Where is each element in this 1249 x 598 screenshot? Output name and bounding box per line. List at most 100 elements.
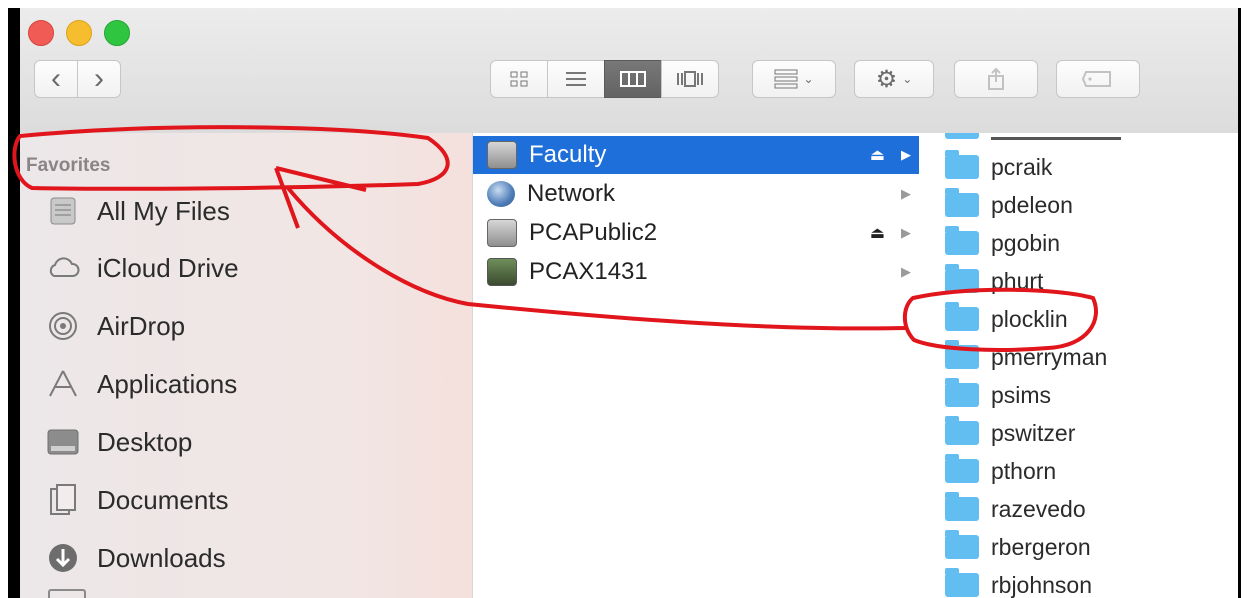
sidebar-item-airdrop[interactable]: AirDrop — [45, 303, 185, 349]
arrange-icon — [774, 69, 798, 89]
icon-view-button[interactable] — [490, 60, 548, 98]
view-mode-control — [490, 60, 719, 98]
folder-name: razevedo — [991, 495, 1086, 522]
folder-name: pmerryman — [991, 343, 1108, 370]
navigation-buttons: ‹ › — [34, 60, 121, 98]
volume-row-faculty[interactable]: Faculty ⏏ ▶ — [473, 136, 919, 174]
eject-icon[interactable]: ⏏ — [870, 145, 885, 165]
list-view-button[interactable] — [547, 60, 605, 98]
chevron-right-icon: ▶ — [901, 186, 911, 201]
folder-row[interactable]: rbergeron — [921, 528, 1238, 566]
cover-flow-view-button[interactable] — [661, 60, 719, 98]
zoom-window-button[interactable] — [104, 20, 130, 46]
downloads-icon — [45, 540, 81, 576]
sidebar-item-label: Downloads — [97, 542, 226, 573]
sidebar-heading-favorites: Favorites — [26, 155, 111, 176]
sidebar-item-all-my-files[interactable]: All My Files — [45, 188, 230, 234]
folder-icon — [945, 416, 979, 445]
chevron-right-icon: ▶ — [901, 225, 911, 240]
sidebar-item-documents[interactable]: Documents — [45, 477, 229, 523]
partial-sidebar-icon — [48, 589, 86, 598]
folder-icon — [945, 378, 979, 407]
folder-row[interactable]: plocklin — [921, 300, 1238, 338]
chevron-down-icon: ⌄ — [902, 72, 913, 86]
desktop-icon — [45, 424, 81, 460]
folder-row[interactable]: pcraik — [921, 148, 1238, 186]
folder-icon — [945, 568, 979, 597]
folder-row[interactable]: pthorn — [921, 452, 1238, 490]
tag-button[interactable] — [1056, 60, 1140, 98]
sidebar-item-label: Applications — [97, 368, 238, 399]
folder-name: pswitzer — [991, 419, 1076, 446]
volume-row-pcapublic2[interactable]: PCAPublic2 ⏏ ▶ — [473, 214, 919, 252]
tag-icon — [1082, 71, 1111, 87]
folder-icon — [945, 264, 979, 293]
folder-row[interactable]: razevedo — [921, 490, 1238, 528]
folder-row[interactable]: pmerryman — [921, 338, 1238, 376]
forward-button[interactable]: › — [77, 60, 121, 98]
volume-row-network[interactable]: Network ▶ — [473, 175, 919, 213]
folder-row[interactable]: pdeleon — [921, 186, 1238, 224]
folder-icon — [945, 454, 979, 483]
volumes-column: Faculty ⏏ ▶ Network ▶ PCAPublic2 ⏏ ▶ PCA… — [472, 133, 922, 598]
chevron-right-icon: ▶ — [901, 264, 911, 279]
folder-icon — [945, 226, 979, 255]
column-view-icon — [620, 71, 646, 87]
folder-name: psims — [991, 381, 1052, 408]
chevron-down-icon: ⌄ — [803, 72, 814, 86]
sidebar-item-label: Documents — [97, 484, 229, 515]
folder-name: pthorn — [991, 457, 1057, 484]
finder-window: ‹ › ⌄ ⚙ ⌄ Favorites All My Files iCloud … — [8, 8, 1241, 598]
folder-icon — [945, 340, 979, 369]
chevron-right-icon: › — [94, 62, 104, 95]
share-button[interactable] — [954, 60, 1038, 98]
folder-row[interactable]: psims — [921, 376, 1238, 414]
partial-folder-icon — [945, 133, 979, 139]
folder-name: rbergeron — [991, 533, 1091, 560]
sidebar-item-desktop[interactable]: Desktop — [45, 419, 192, 465]
folder-row[interactable]: pgobin — [921, 224, 1238, 262]
volume-label: PCAPublic2 — [529, 219, 658, 246]
folder-row[interactable]: phurt — [921, 262, 1238, 300]
folders-column: pcraik pdeleon pgobin phurt plocklin pme… — [921, 133, 1238, 598]
chevron-left-icon: ‹ — [51, 62, 61, 95]
volume-label: Faculty — [529, 141, 607, 168]
folder-icon — [945, 530, 979, 559]
sidebar-item-label: All My Files — [97, 195, 230, 226]
folder-name: pgobin — [991, 229, 1061, 256]
applications-icon — [45, 366, 81, 402]
back-button[interactable]: ‹ — [34, 60, 78, 98]
action-button[interactable]: ⚙ ⌄ — [854, 60, 934, 98]
folder-icon — [945, 492, 979, 521]
globe-icon — [487, 181, 515, 207]
cloud-icon — [45, 250, 81, 286]
folder-name: plocklin — [991, 305, 1068, 332]
airdrop-icon — [45, 308, 81, 344]
chevron-right-icon: ▶ — [901, 147, 911, 162]
gear-icon: ⚙ — [875, 65, 898, 93]
sidebar-item-applications[interactable]: Applications — [45, 361, 237, 407]
sidebar-item-downloads[interactable]: Downloads — [45, 535, 226, 581]
icon-view-icon — [510, 71, 528, 87]
folder-row[interactable]: pswitzer — [921, 414, 1238, 452]
folder-icon — [945, 188, 979, 217]
volume-row-pcax1431[interactable]: PCAX1431 ▶ — [473, 253, 919, 291]
computer-icon — [487, 258, 517, 286]
column-view-button[interactable] — [604, 60, 662, 98]
all-files-icon — [45, 193, 81, 229]
arrange-button[interactable]: ⌄ — [752, 60, 836, 98]
close-window-button[interactable] — [28, 20, 54, 46]
share-icon — [988, 67, 1004, 90]
cover-flow-view-icon — [677, 71, 703, 87]
network-drive-icon — [487, 219, 517, 247]
eject-icon[interactable]: ⏏ — [870, 223, 885, 243]
sidebar: Favorites All My Files iCloud Drive AirD… — [20, 133, 472, 598]
sidebar-item-icloud-drive[interactable]: iCloud Drive — [45, 245, 239, 291]
sidebar-item-label: Desktop — [97, 426, 193, 457]
folder-name: pcraik — [991, 153, 1053, 180]
sidebar-item-label: iCloud Drive — [97, 252, 239, 283]
folder-row[interactable]: rbjohnson — [921, 566, 1238, 598]
minimize-window-button[interactable] — [66, 20, 92, 46]
folder-icon — [945, 302, 979, 331]
folder-name: rbjohnson — [991, 571, 1093, 598]
